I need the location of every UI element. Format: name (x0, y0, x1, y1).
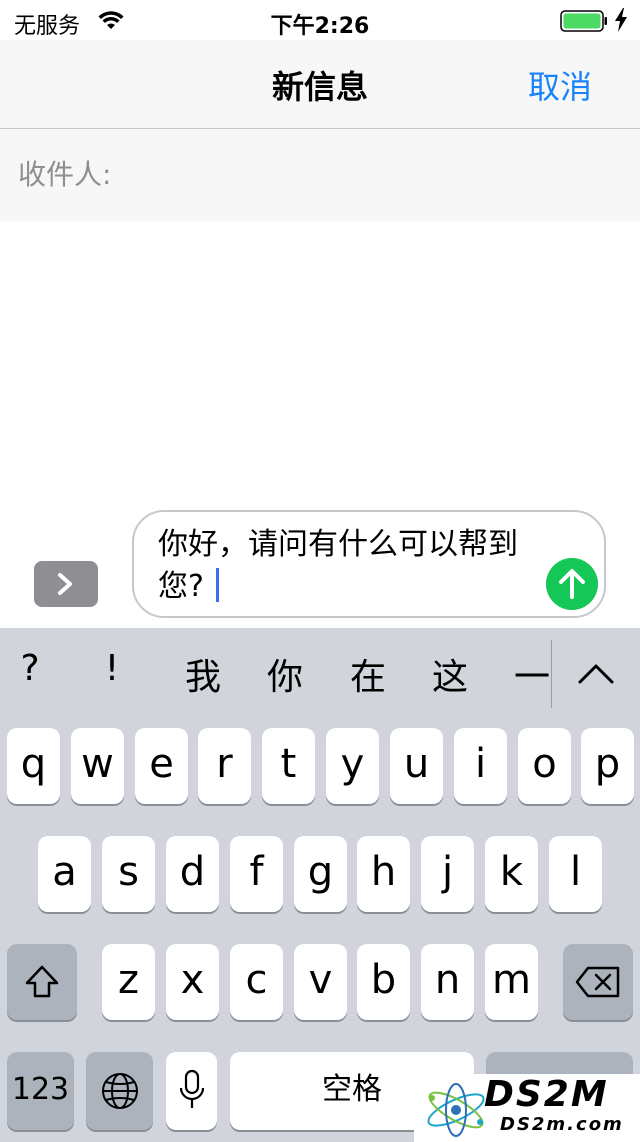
numbers-key[interactable]: 123 (7, 1052, 74, 1130)
key-f[interactable]: f (230, 836, 283, 912)
microphone-key[interactable] (166, 1052, 217, 1130)
watermark-brand: DS2M (484, 1074, 609, 1115)
message-input[interactable]: 你好，请问有什么可以帮到您? (132, 510, 606, 618)
key-x[interactable]: x (166, 944, 219, 1020)
candidate-item[interactable]: 这 (420, 648, 480, 700)
recipient-field[interactable]: 收件人: (0, 129, 640, 221)
key-e[interactable]: e (135, 728, 188, 804)
candidate-bar: ? ! 我 你 在 这 一 (0, 628, 640, 720)
key-j[interactable]: j (421, 836, 474, 912)
message-content: 你好，请问有什么可以帮到您? (158, 527, 518, 604)
key-c[interactable]: c (230, 944, 283, 1020)
chevron-up-icon (578, 664, 614, 684)
key-g[interactable]: g (294, 836, 347, 912)
watermark-logo: DS2M DS2m.com (414, 1074, 640, 1142)
message-text: 你好，请问有什么可以帮到您? (158, 524, 528, 608)
key-h[interactable]: h (357, 836, 410, 912)
key-b[interactable]: b (357, 944, 410, 1020)
key-k[interactable]: k (485, 836, 538, 912)
delete-key[interactable] (563, 944, 633, 1020)
key-p[interactable]: p (581, 728, 634, 804)
send-button[interactable] (546, 558, 598, 610)
candidate-divider (551, 640, 552, 708)
candidate-item[interactable]: 在 (338, 648, 398, 700)
candidate-item[interactable]: ? (0, 648, 60, 689)
backspace-icon (575, 966, 620, 998)
key-z[interactable]: z (102, 944, 155, 1020)
text-caret (215, 568, 219, 602)
watermark-site: DS2m.com (500, 1114, 624, 1135)
atom-logo-icon (427, 1083, 485, 1137)
key-a[interactable]: a (38, 836, 91, 912)
key-d[interactable]: d (166, 836, 219, 912)
key-l[interactable]: l (549, 836, 602, 912)
expand-candidates-button[interactable] (570, 652, 622, 692)
recipient-label: 收件人: (18, 158, 112, 191)
candidate-item[interactable]: 你 (255, 648, 315, 700)
key-u[interactable]: u (390, 728, 443, 804)
key-i[interactable]: i (454, 728, 507, 804)
key-y[interactable]: y (326, 728, 379, 804)
key-r[interactable]: r (198, 728, 251, 804)
arrow-up-icon (559, 569, 585, 599)
key-n[interactable]: n (421, 944, 474, 1020)
cancel-button[interactable]: 取消 (528, 62, 592, 108)
status-bar: 无服务 下午2:26 (0, 0, 640, 40)
candidate-item[interactable]: 一 (502, 648, 562, 700)
battery-icon (560, 10, 608, 32)
candidate-item[interactable]: ! (82, 648, 142, 689)
keyboard: ? ! 我 你 在 这 一 q w e r t y u i o p a s d … (0, 628, 640, 1142)
key-o[interactable]: o (518, 728, 571, 804)
candidate-item[interactable]: 我 (173, 648, 233, 700)
charging-icon (614, 8, 628, 32)
apps-expand-button[interactable] (34, 561, 98, 607)
key-v[interactable]: v (294, 944, 347, 1020)
key-s[interactable]: s (102, 836, 155, 912)
globe-icon (101, 1073, 138, 1109)
status-time: 下午2:26 (270, 14, 370, 39)
shift-icon (25, 965, 59, 998)
key-t[interactable]: t (262, 728, 315, 804)
microphone-icon (179, 1069, 204, 1108)
shift-key[interactable] (7, 944, 77, 1020)
globe-key[interactable] (86, 1052, 153, 1130)
key-w[interactable]: w (71, 728, 124, 804)
navigation-bar: 新信息 取消 (0, 40, 640, 129)
chevron-right-icon (58, 573, 72, 595)
key-m[interactable]: m (485, 944, 538, 1020)
key-q[interactable]: q (7, 728, 60, 804)
